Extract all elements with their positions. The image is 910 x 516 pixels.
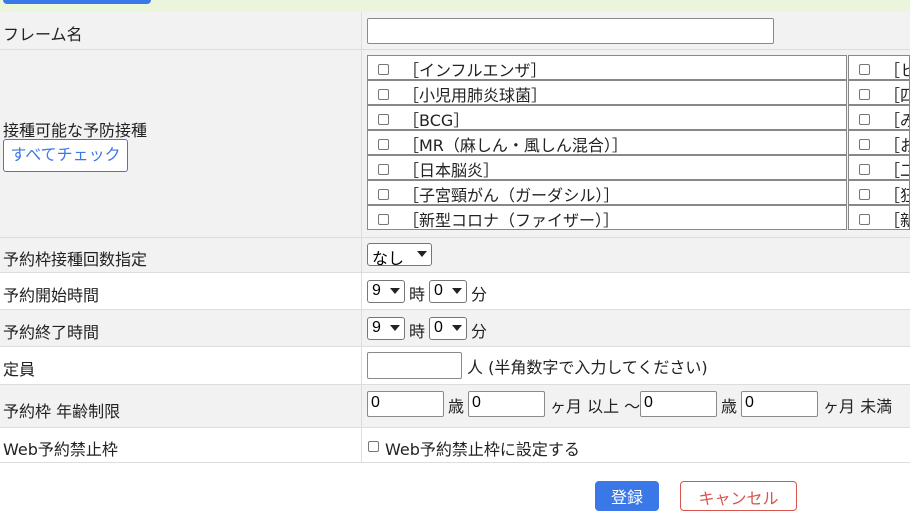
age-from-years-input[interactable]: 0	[367, 391, 444, 417]
frame-name-label: フレーム名	[3, 25, 83, 44]
chevron-down-icon	[390, 325, 400, 331]
vaccine-cell-pneumococcal[interactable]: ［小児用肺炎球菌］	[367, 80, 847, 105]
age-to-months-input[interactable]: 0	[741, 391, 818, 417]
frame-name-input[interactable]	[367, 18, 774, 44]
row-start-time: 予約開始時間 9 時 0 分	[0, 273, 910, 310]
vaccine-checkbox[interactable]	[859, 139, 870, 150]
vaccine-checkbox[interactable]	[859, 64, 870, 75]
row-age-limit: 予約枠 年齢制限 0 歳 0 ヶ月 以上 〜 0 歳 0 ヶ月 未満	[0, 385, 910, 428]
start-minute-select[interactable]: 0	[429, 280, 467, 303]
vaccine-label: ［BCG］	[403, 111, 470, 130]
start-time-label: 予約開始時間	[3, 286, 100, 305]
hour-unit: 時	[409, 322, 426, 341]
minute-unit: 分	[471, 322, 488, 341]
cancel-button[interactable]: キャンセル	[680, 481, 797, 511]
column-divider	[361, 12, 362, 463]
web-block-checkbox[interactable]	[368, 441, 379, 452]
vaccine-checkbox[interactable]	[859, 114, 870, 125]
vaccine-cell-col2[interactable]: ［お	[848, 130, 910, 155]
end-minute-value: 0	[434, 319, 443, 336]
vaccine-label: ［み	[884, 111, 909, 130]
vaccine-label: ［MR（麻しん・風しん混合）］	[403, 136, 628, 155]
capacity-hint: 人 (半角数字で入力してください)	[467, 358, 708, 377]
vaccine-checkbox[interactable]	[378, 64, 389, 75]
age-from-months-input[interactable]: 0	[468, 391, 545, 417]
vaccine-cell-mr[interactable]: ［MR（麻しん・風しん混合）］	[367, 130, 847, 155]
hour-unit: 時	[409, 285, 426, 304]
end-hour-select[interactable]: 9	[367, 317, 405, 340]
vaccine-checkbox[interactable]	[378, 89, 389, 100]
vaccine-checkbox[interactable]	[378, 189, 389, 200]
vaccines-label: 接種可能な予防接種	[3, 121, 148, 140]
start-minute-value: 0	[434, 282, 443, 299]
dose-count-select[interactable]: なし	[367, 243, 432, 268]
vaccine-label: ［日本脳炎］	[403, 161, 500, 180]
row-capacity: 定員 人 (半角数字で入力してください)	[0, 347, 910, 385]
vaccine-cell-col2[interactable]: ［狂	[848, 180, 910, 205]
row-web-block: Web予約禁止枠 Web予約禁止枠に設定する	[0, 428, 910, 463]
vaccine-label: ［狂	[884, 186, 909, 205]
chevron-down-icon	[417, 251, 427, 257]
from-suffix: ヶ月 以上 〜	[550, 397, 641, 416]
vaccine-label: ［インフルエンザ］	[403, 61, 547, 80]
vaccine-checkbox[interactable]	[859, 214, 870, 225]
vaccine-label: ［小児用肺炎球菌］	[403, 86, 548, 105]
dose-count-value: なし	[372, 251, 405, 268]
check-all-button[interactable]: すべてチェック	[3, 139, 128, 172]
web-block-checkbox-label[interactable]: Web予約禁止枠に設定する	[385, 436, 580, 460]
to-suffix: ヶ月 未満	[823, 397, 893, 416]
minute-unit: 分	[471, 285, 488, 304]
vaccine-cell-influenza[interactable]: ［インフルエンザ］	[367, 55, 847, 80]
vaccine-label: ［子宮頸がん（ガーダシル）］	[403, 186, 620, 205]
vaccine-label: ［新型コロナ（ファイザー）］	[403, 211, 620, 230]
row-frame-name: フレーム名	[0, 12, 910, 50]
vaccine-label: ［新	[884, 211, 909, 230]
years-unit: 歳	[721, 397, 738, 416]
submit-button[interactable]: 登録	[595, 481, 659, 511]
capacity-input[interactable]	[367, 352, 462, 379]
end-hour-value: 9	[372, 319, 381, 336]
start-hour-value: 9	[372, 282, 381, 299]
age-to-years-input[interactable]: 0	[640, 391, 717, 417]
vaccine-cell-covid-pfizer[interactable]: ［新型コロナ（ファイザー）］	[367, 205, 847, 230]
vaccine-checkbox[interactable]	[859, 189, 870, 200]
vaccine-checkbox[interactable]	[378, 214, 389, 225]
vaccine-cell-col2[interactable]: ［二	[848, 155, 910, 180]
vaccine-label: ［お	[884, 136, 909, 155]
end-minute-select[interactable]: 0	[429, 317, 467, 340]
vaccine-label: ［四	[884, 86, 909, 105]
vaccine-label: ［二	[884, 161, 909, 180]
chevron-down-icon	[452, 288, 462, 294]
row-end-time: 予約終了時間 9 時 0 分	[0, 310, 910, 347]
vaccine-cell-bcg[interactable]: ［BCG］	[367, 105, 847, 130]
years-unit: 歳	[448, 397, 465, 416]
vaccine-checkbox[interactable]	[378, 114, 389, 125]
chevron-down-icon	[452, 325, 462, 331]
vaccine-cell-col2[interactable]: ［四	[848, 80, 910, 105]
end-time-label: 予約終了時間	[3, 323, 100, 342]
vaccine-checkbox[interactable]	[378, 139, 389, 150]
capacity-label: 定員	[3, 360, 36, 379]
dose-count-label: 予約枠接種回数指定	[3, 250, 148, 269]
row-dose-count: 予約枠接種回数指定 なし	[0, 238, 910, 273]
vaccine-label: ［ヒ	[884, 61, 909, 80]
vaccine-cell-hpv[interactable]: ［子宮頸がん（ガーダシル）］	[367, 180, 847, 205]
vaccine-checkbox[interactable]	[378, 164, 389, 175]
web-block-label: Web予約禁止枠	[3, 440, 118, 459]
vaccine-checkbox[interactable]	[859, 89, 870, 100]
start-hour-select[interactable]: 9	[367, 280, 405, 303]
age-limit-label: 予約枠 年齢制限	[3, 402, 121, 421]
chevron-down-icon	[390, 288, 400, 294]
vaccine-cell-japanese-encephalitis[interactable]: ［日本脳炎］	[367, 155, 847, 180]
vaccine-cell-col2[interactable]: ［ヒ	[848, 55, 910, 80]
vaccine-cell-col2[interactable]: ［み	[848, 105, 910, 130]
vaccine-checkbox[interactable]	[859, 164, 870, 175]
vaccine-cell-col2[interactable]: ［新	[848, 205, 910, 230]
top-button-partial[interactable]	[3, 0, 151, 4]
